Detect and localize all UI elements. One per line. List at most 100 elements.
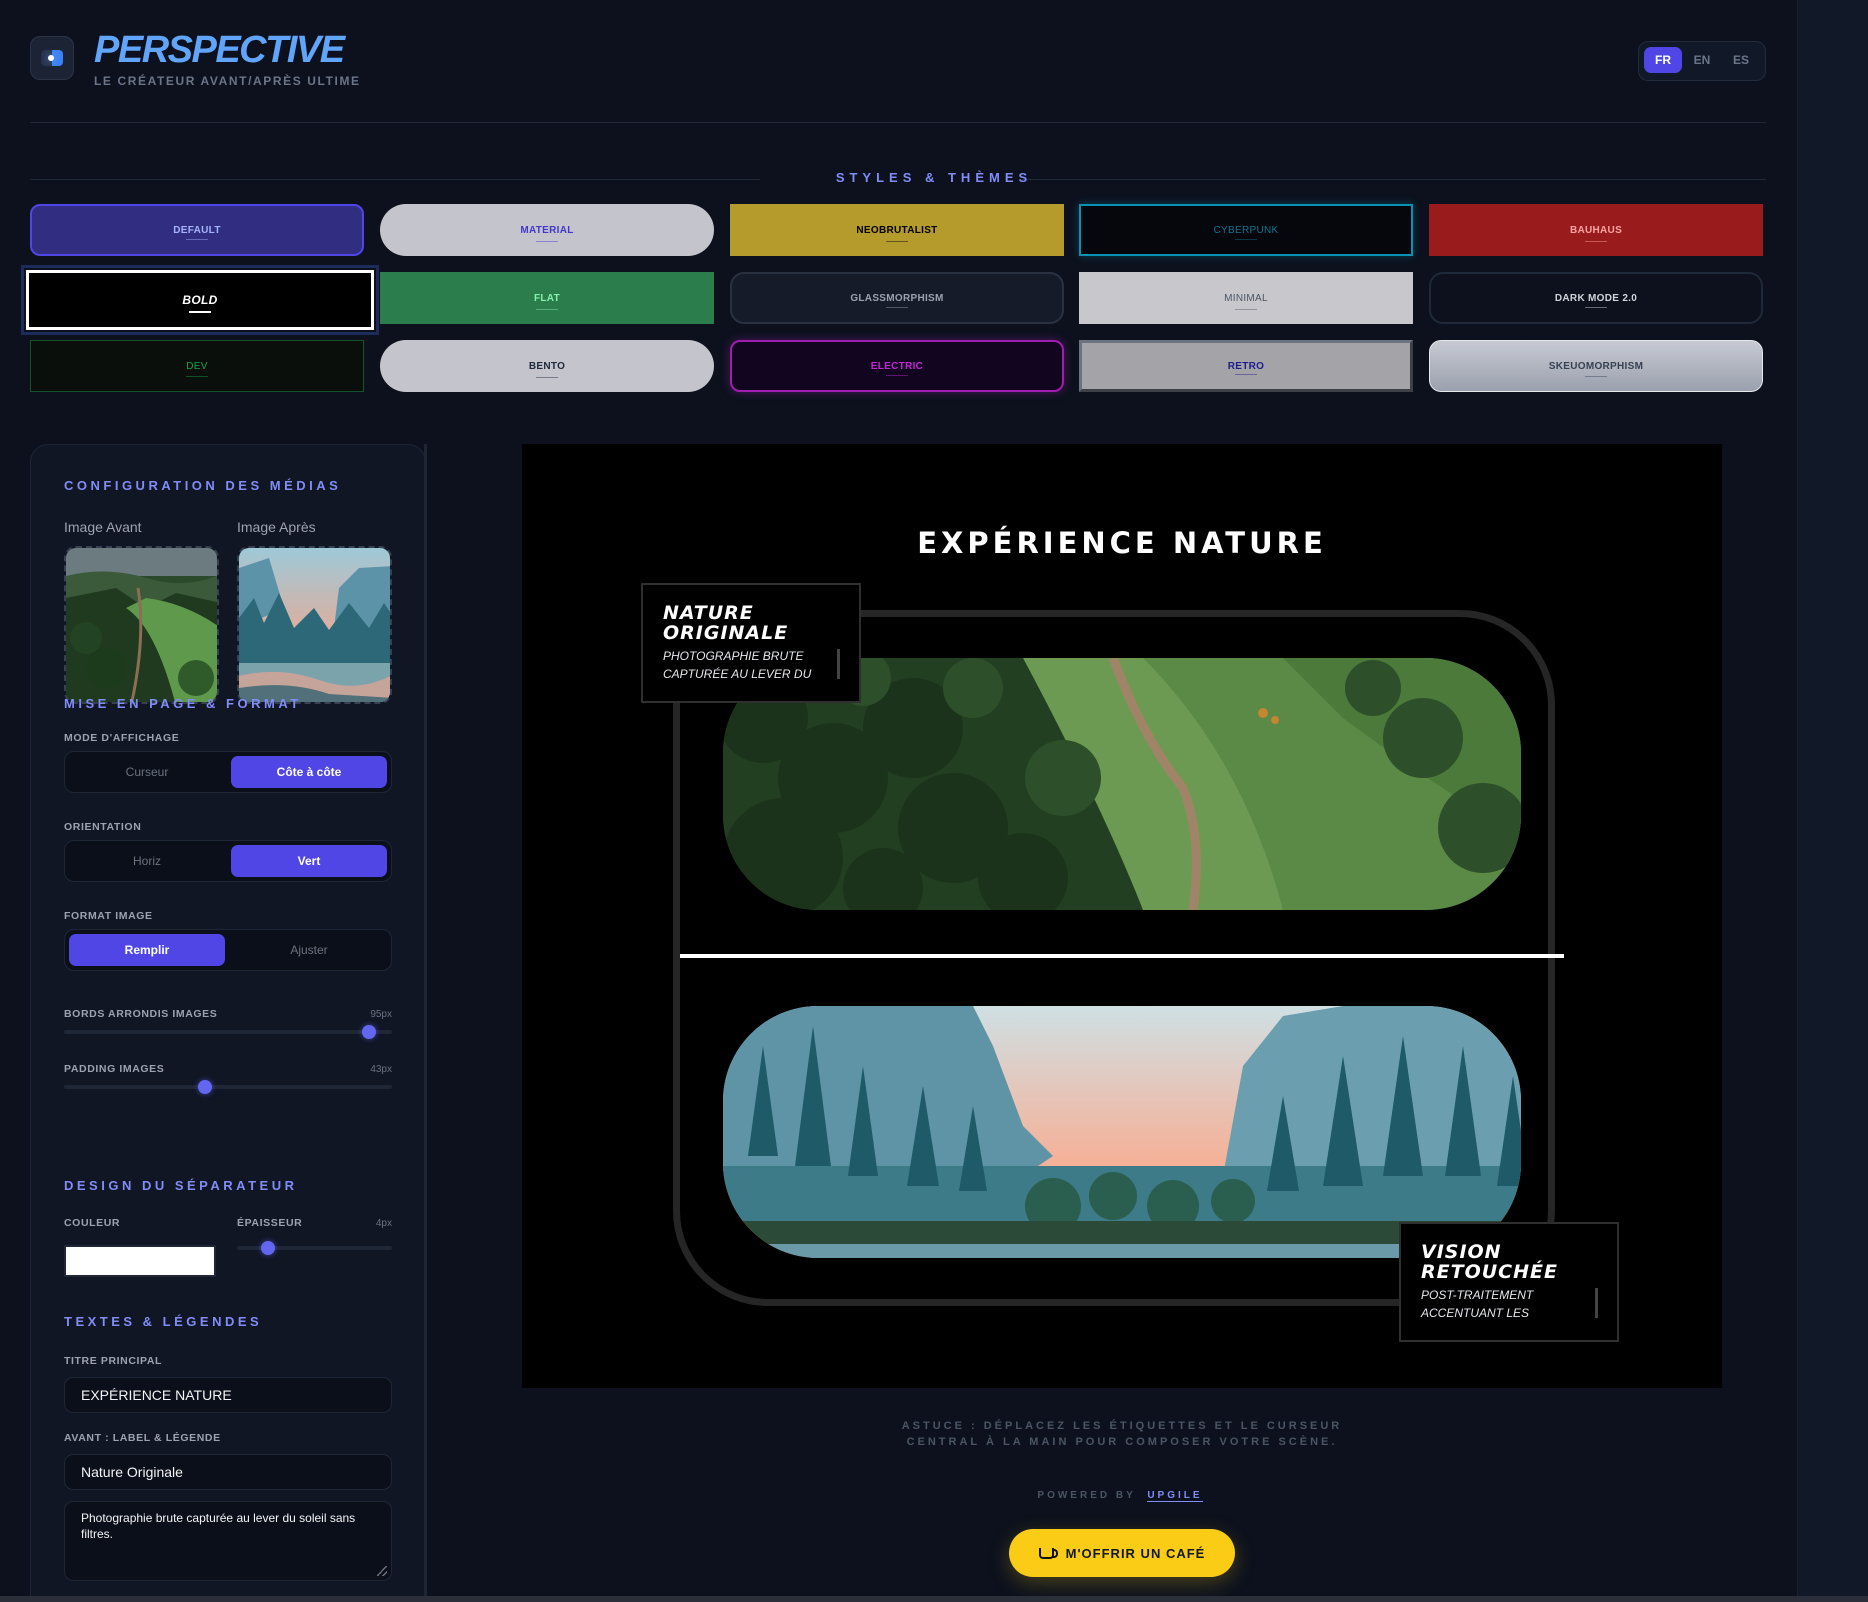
theme-label: ELECTRIC (870, 360, 924, 372)
separator-thickness-value: 4px (375, 1218, 392, 1229)
after-caption-card[interactable]: VISION RETOUCHÉE POST-TRAITEMENT ACCENTUAN… (1399, 1222, 1619, 1342)
app-brand: PERSPECTIVE (94, 29, 345, 71)
image-format-fill-option[interactable]: Remplir (69, 934, 225, 966)
theme-flat-button[interactable]: FLAT (380, 272, 714, 324)
lang-fr-button[interactable]: FR (1644, 47, 1682, 73)
theme-minimal-button[interactable]: MINIMAL (1079, 272, 1413, 324)
padding-label: PADDING IMAGES (64, 1063, 165, 1075)
display-mode-label: MODE D'AFFICHAGE (64, 732, 180, 744)
language-switcher: FR EN ES (1638, 41, 1766, 81)
theme-electric-button[interactable]: ELECTRIC (730, 340, 1064, 392)
settings-panel: CONFIGURATION DES MÉDIAS Image Avant Ima… (30, 444, 426, 1602)
theme-darkmode-button[interactable]: DARK MODE 2.0 (1429, 272, 1763, 324)
theme-default-button[interactable]: DEFAULT (30, 204, 364, 256)
theme-label: SKEUOMORPHISM (1548, 360, 1644, 372)
after-image-label: Image Après (237, 519, 316, 535)
theme-bauhaus-button[interactable]: BAUHAUS (1429, 204, 1763, 256)
orientation-horizontal-option[interactable]: Horiz (69, 845, 225, 877)
before-image-label: Image Avant (64, 519, 142, 535)
main-title-input[interactable]: EXPÉRIENCE NATURE (64, 1377, 392, 1413)
app-logo-icon (30, 36, 74, 80)
themes-divider-left (30, 179, 760, 180)
theme-retro-button[interactable]: RETRO (1079, 340, 1413, 392)
theme-label: MATERIAL (520, 224, 574, 236)
padding-slider[interactable] (64, 1085, 392, 1089)
radius-label: BORDS ARRONDIS IMAGES (64, 1008, 218, 1020)
before-caption-subtitle: PHOTOGRAPHIE BRUTE CAPTURÉE AU LEVER DU (663, 649, 812, 681)
forest-trail-thumbnail (66, 548, 217, 702)
before-caption-textarea[interactable]: Photographie brute capturée au lever du … (64, 1501, 392, 1581)
theme-bold-button[interactable]: BOLD (21, 265, 379, 335)
usage-hint: ASTUCE : DÉPLACEZ LES ÉTIQUETTES ET LE C… (901, 1420, 1343, 1448)
buy-coffee-button[interactable]: M'OFFRIR UN CAFÉ (1009, 1529, 1235, 1577)
image-format-fit-option[interactable]: Ajuster (231, 934, 387, 966)
before-image-upload[interactable] (64, 546, 219, 704)
caption-scrollbar (1595, 1288, 1598, 1318)
before-caption-label: AVANT : LABEL & LÉGENDE (64, 1432, 221, 1444)
separator-handle[interactable] (680, 954, 1564, 958)
powered-by-prefix: POWERED BY (1037, 1490, 1136, 1501)
powered-by: POWERED BY UPGILE (900, 1490, 1340, 1502)
panel-scroll-edge (424, 444, 427, 1602)
caption-scrollbar (837, 649, 840, 679)
layout-section-title: MISE EN PAGE & FORMAT (64, 696, 302, 711)
lang-es-button[interactable]: ES (1722, 47, 1760, 73)
theme-neobrutalist-button[interactable]: NEOBRUTALIST (730, 204, 1064, 256)
media-section-title: CONFIGURATION DES MÉDIAS (64, 478, 342, 493)
after-caption-title: VISION RETOUCHÉE (1421, 1241, 1558, 1283)
after-caption-subtitle: POST-TRAITEMENT ACCENTUANT LES (1421, 1288, 1534, 1320)
radius-value: 95px (370, 1009, 392, 1020)
padding-value: 43px (370, 1064, 392, 1075)
image-format-label: FORMAT IMAGE (64, 910, 153, 922)
image-format-toggle: Remplir Ajuster (64, 929, 392, 971)
window-scrollbar[interactable] (1797, 0, 1868, 1602)
texts-section-title: TEXTES & LÉGENDES (64, 1314, 263, 1329)
theme-material-button[interactable]: MATERIAL (380, 204, 714, 256)
theme-label: MINIMAL (1224, 292, 1268, 304)
theme-cyberpunk-button[interactable]: CYBERPUNK (1079, 204, 1413, 256)
after-image-upload[interactable] (237, 546, 392, 704)
separator-thickness-slider-thumb[interactable] (261, 1241, 275, 1255)
before-title-input[interactable]: Nature Originale (64, 1454, 392, 1490)
valley-sunrise-photo (723, 1006, 1521, 1258)
theme-label: DARK MODE 2.0 (1554, 292, 1638, 304)
lang-en-button[interactable]: EN (1683, 47, 1721, 73)
theme-dev-button[interactable]: DEV (30, 340, 364, 392)
theme-label: DEV (186, 360, 208, 372)
valley-lake-thumbnail (239, 548, 390, 702)
theme-label: BENTO (528, 360, 566, 372)
before-caption-text: Photographie brute capturée au lever du … (81, 1511, 356, 1541)
theme-label: NEOBRUTALIST (856, 224, 938, 236)
display-mode-toggle: Curseur Côte à côte (64, 751, 392, 793)
resize-grip-icon[interactable] (377, 1566, 387, 1576)
upgile-link[interactable]: UPGILE (1147, 1490, 1203, 1502)
display-mode-slider-option[interactable]: Curseur (69, 756, 225, 788)
theme-glassmorphism-button[interactable]: GLASSMORPHISM (730, 272, 1064, 324)
themes-title: STYLES & THÈMES (835, 170, 1033, 185)
separator-thickness-label: ÉPAISSEUR (237, 1217, 303, 1229)
theme-label: RETRO (1227, 360, 1265, 372)
preview-title[interactable]: EXPÉRIENCE NATURE (522, 526, 1722, 560)
orientation-toggle: Horiz Vert (64, 840, 392, 882)
padding-slider-thumb[interactable] (198, 1080, 213, 1094)
buy-coffee-label: M'OFFRIR UN CAFÉ (1065, 1545, 1206, 1561)
orientation-label: ORIENTATION (64, 821, 142, 833)
main-title-label: TITRE PRINCIPAL (64, 1355, 163, 1367)
radius-slider[interactable] (64, 1030, 392, 1034)
coffee-cup-icon (1038, 1547, 1058, 1559)
themes-divider-right (1022, 179, 1766, 180)
theme-label: BOLD (182, 293, 218, 307)
orientation-vertical-option[interactable]: Vert (231, 845, 387, 877)
radius-slider-thumb[interactable] (362, 1025, 377, 1039)
separator-section-title: DESIGN DU SÉPARATEUR (64, 1178, 298, 1193)
separator-color-label: COULEUR (64, 1217, 121, 1229)
theme-skeuomorphism-button[interactable]: SKEUOMORPHISM (1429, 340, 1763, 392)
before-caption-card[interactable]: NATURE ORIGINALE PHOTOGRAPHIE BRUTE CAPTUR… (641, 583, 861, 703)
theme-label: FLAT (533, 292, 560, 304)
app-tagline: LE CRÉATEUR AVANT/APRÈS ULTIME (94, 74, 361, 88)
display-mode-side-by-side-option[interactable]: Côte à côte (231, 756, 387, 788)
separator-color-picker[interactable] (64, 1245, 216, 1277)
app-header: PERSPECTIVE LE CRÉATEUR AVANT/APRÈS ULTI… (30, 24, 1766, 123)
theme-bento-button[interactable]: BENTO (380, 340, 714, 392)
theme-label: DEFAULT (173, 224, 221, 236)
